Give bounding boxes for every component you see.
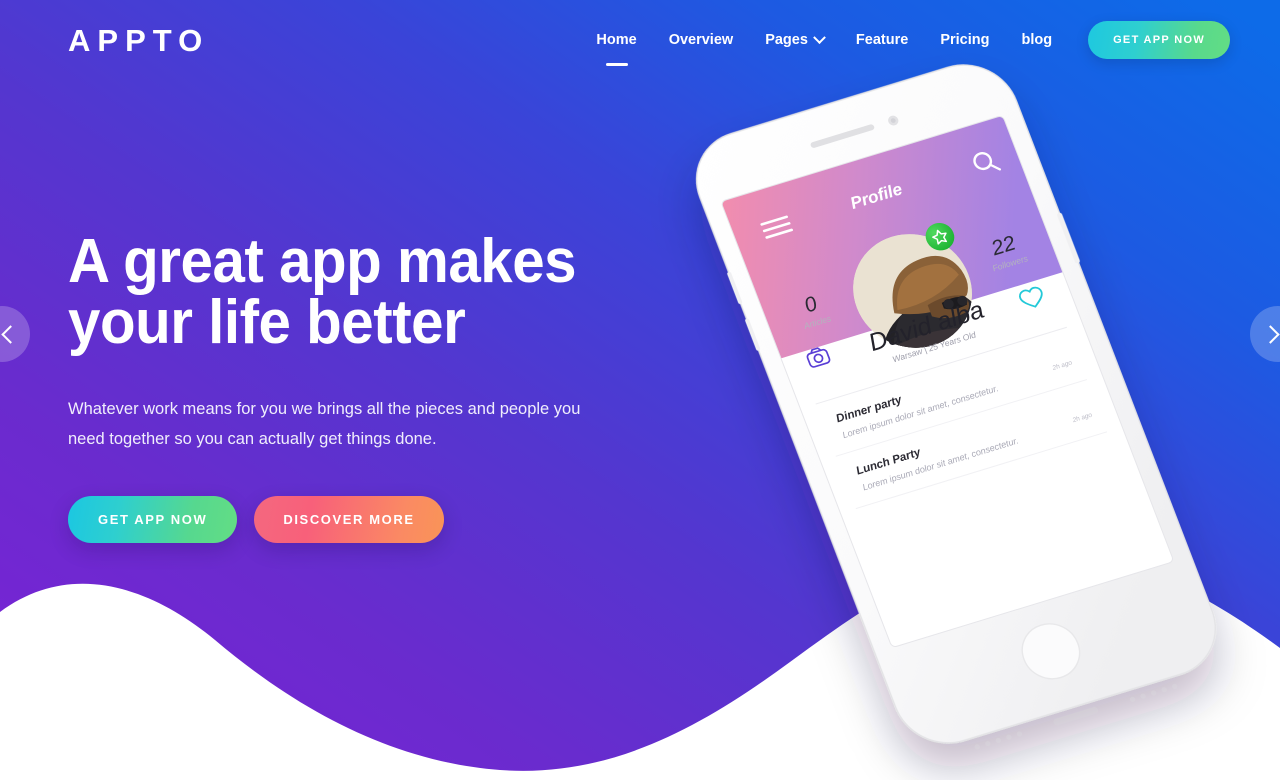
hero-subtitle-line-2: need together so you can actually get th… [68,428,437,448]
hero-section: APPTO Home Overview Pages Feature Pricin… [0,0,1280,780]
nav-item-pricing[interactable]: Pricing [924,33,1005,48]
nav-item-blog[interactable]: blog [1005,33,1068,48]
discover-more-button[interactable]: DISCOVER MORE [254,496,444,543]
hero-title-line-2: your life better [68,287,466,357]
chevron-right-icon [1260,324,1280,344]
nav-links: Home Overview Pages Feature Pricing blog… [580,21,1230,67]
hero-subtitle-line-1: Whatever work means for you we brings al… [68,398,581,418]
hero-copy: A great app makes your life better Whate… [68,227,688,543]
nav-item-label: Feature [855,31,909,48]
nav-get-app-now-button[interactable]: GET APP NOW [1088,21,1230,59]
nav-item-label: blog [1021,31,1053,48]
navbar: APPTO Home Overview Pages Feature Pricin… [0,0,1280,80]
nav-item-label: Overview [668,31,734,48]
nav-item-home[interactable]: Home [580,31,652,67]
nav-item-overview[interactable]: Overview [653,33,750,48]
hero-subtitle: Whatever work means for you we brings al… [68,394,611,455]
chevron-left-icon [0,324,20,344]
get-app-now-button[interactable]: GET APP NOW [68,496,238,543]
page-title: A great app makes your life better [68,227,651,357]
phone-mockup: Profile 0 Articles 22 Followers David al… [612,52,1280,752]
nav-item-label: Pricing [940,31,990,48]
hero-title-line-1: A great app makes [68,227,577,296]
logo[interactable]: APPTO [68,25,209,56]
nav-item-label: Pages [765,31,808,48]
hero-buttons: GET APP NOW DISCOVER MORE [68,496,688,543]
nav-active-underline [605,63,628,67]
chevron-down-icon [813,30,826,44]
phone-illustration: Profile 0 Articles 22 Followers David al… [695,64,1217,750]
nav-item-label: Home [596,31,637,48]
nav-item-pages[interactable]: Pages [749,30,840,48]
nav-item-feature[interactable]: Feature [840,33,924,48]
